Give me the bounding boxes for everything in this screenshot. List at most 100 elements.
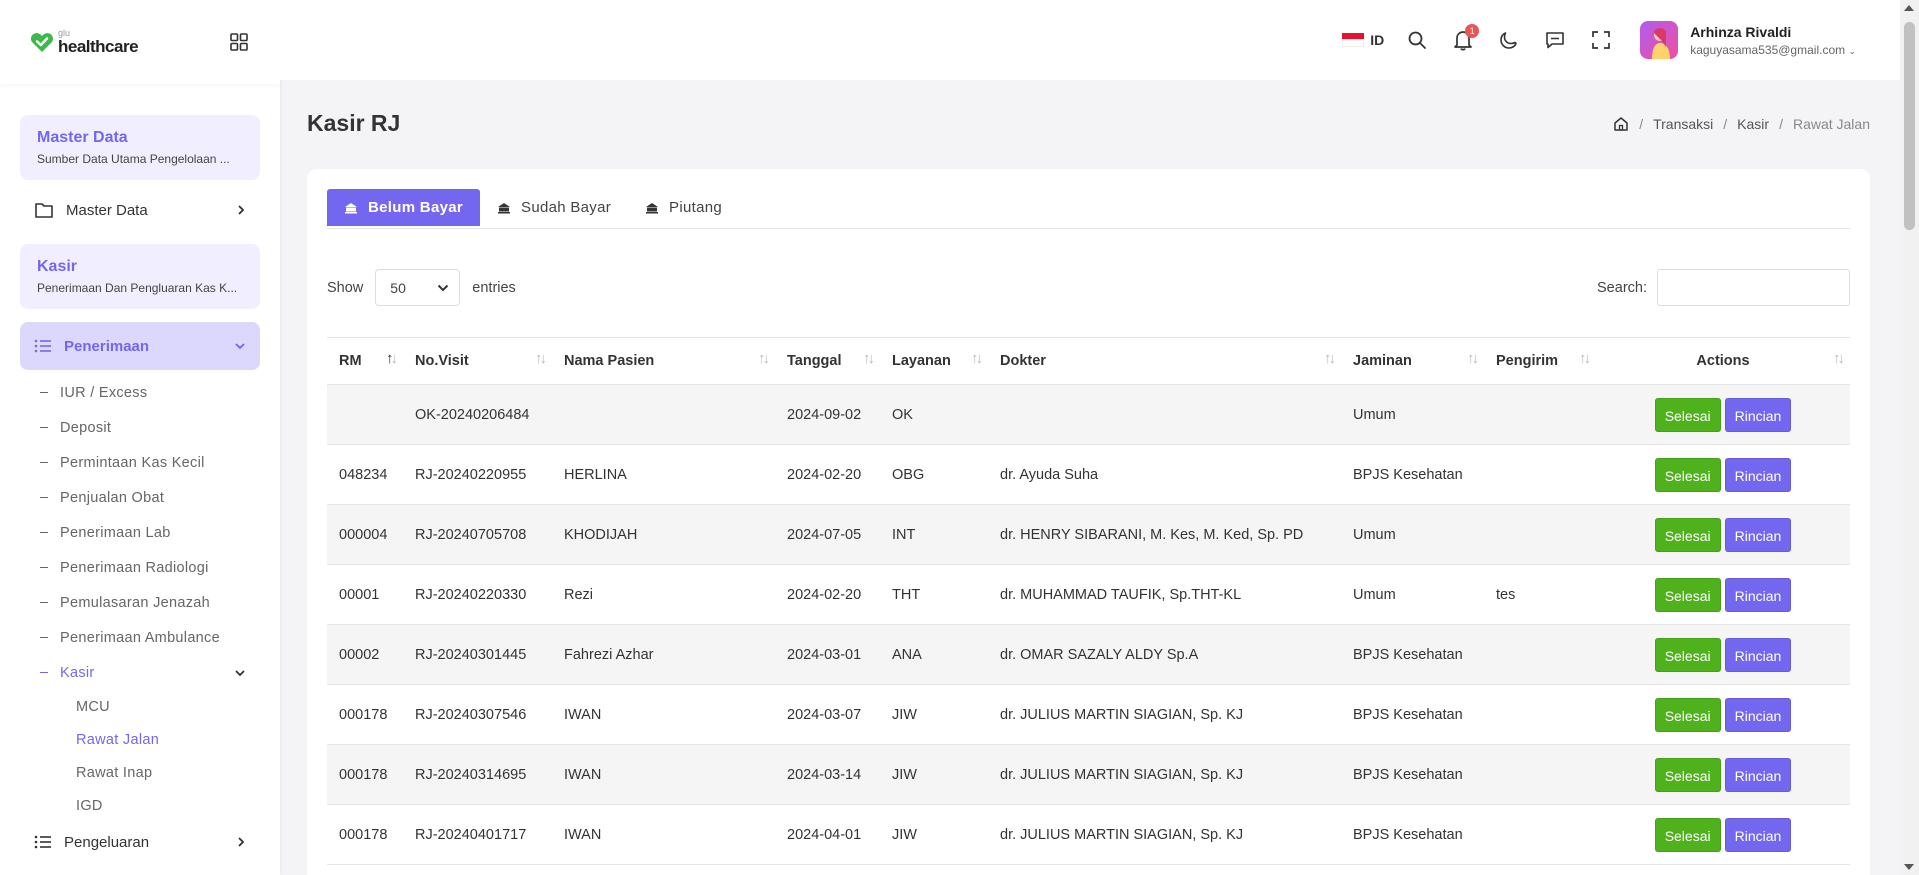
cell-jaminan: Umum (1341, 384, 1484, 445)
column-header-layanan[interactable]: Layanan ↑↓ (880, 337, 988, 385)
selesai-button[interactable]: Selesai (1654, 817, 1721, 852)
cell-jaminan: BPJS Kesehatan (1341, 444, 1484, 505)
selesai-button[interactable]: Selesai (1654, 577, 1721, 612)
grid-menu-icon[interactable] (228, 31, 250, 53)
page-title: Kasir RJ (307, 110, 401, 136)
column-header-tanggal[interactable]: Tanggal ↑↓ (775, 337, 880, 385)
sidebar-subitem[interactable]: Penjualan Obat (0, 480, 280, 515)
sidebar-subitem-kasir-label: Kasir (60, 664, 95, 681)
tab-piutang[interactable]: Piutang (628, 189, 739, 226)
selesai-button[interactable]: Selesai (1654, 637, 1721, 672)
column-header-jaminan[interactable]: Jaminan ↑↓ (1341, 337, 1484, 385)
selesai-button[interactable]: Selesai (1654, 697, 1721, 732)
cell-layanan: ANA (880, 624, 988, 685)
column-header-rm[interactable]: RM ↑↓ (327, 337, 403, 385)
kasir-card-subtitle: Penerimaan Dan Pengluaran Kas K... (37, 281, 238, 295)
rincian-button[interactable]: Rincian (1724, 457, 1792, 492)
sidebar-subitem[interactable]: IUR / Excess (0, 375, 280, 410)
scrollbar-thumb[interactable] (1904, 22, 1915, 230)
language-switcher[interactable]: ID (1342, 32, 1384, 48)
tabs: Belum Bayar Sudah Bayar Piutang (327, 189, 1850, 229)
selesai-button[interactable]: Selesai (1654, 517, 1721, 552)
selesai-button[interactable]: Selesai (1654, 757, 1721, 792)
home-icon[interactable] (1613, 116, 1629, 132)
kasir-card: Kasir Penerimaan Dan Pengluaran Kas K... (20, 244, 260, 309)
table-row: 000178 RJ-20240314695 IWAN 2024-03-14 JIW dr.… (327, 744, 1850, 805)
cell-layanan: JIW (880, 684, 988, 745)
sidebar-kasir-mcu[interactable]: MCU (0, 690, 280, 723)
sidebar-subitem[interactable]: Penerimaan Ambulance (0, 620, 280, 655)
column-header-actions[interactable]: Actions ↑↓ (1596, 337, 1850, 385)
scroll-up-arrow-icon[interactable] (1904, 5, 1914, 11)
column-header-pengirim[interactable]: Pengirim ↑↓ (1484, 337, 1596, 385)
sidebar-subitem[interactable]: Deposit (0, 410, 280, 445)
sort-icon: ↑↓ (971, 350, 983, 367)
column-header-no-visit[interactable]: No.Visit ↑↓ (403, 337, 552, 385)
breadcrumb-item[interactable]: Transaksi (1653, 116, 1713, 132)
user-name: Arhinza Rivaldi (1690, 23, 1792, 40)
column-header-label: No.Visit (415, 353, 469, 369)
tab-belum-bayar[interactable]: Belum Bayar (327, 189, 481, 226)
rincian-button[interactable]: Rincian (1724, 517, 1792, 552)
fullscreen-icon[interactable] (1588, 27, 1614, 53)
column-header-dokter[interactable]: Dokter ↑↓ (988, 337, 1341, 385)
sidebar-subitem[interactable]: Penerimaan Lab (0, 515, 280, 550)
page-size-select[interactable]: 50 (375, 269, 461, 306)
search-input[interactable] (1657, 269, 1850, 306)
table-row: 00002 RJ-20240301445 Fahrezi Azhar 2024-03-… (327, 624, 1850, 685)
page-scrollbar[interactable] (1900, 0, 1919, 875)
rincian-button[interactable]: Rincian (1724, 577, 1792, 612)
heart-check-icon (30, 33, 54, 52)
column-header-label: Dokter (1000, 353, 1046, 369)
breadcrumb-separator: / (1639, 116, 1644, 132)
moon-icon[interactable] (1496, 27, 1522, 53)
sidebar-kasir-igd[interactable]: IGD (0, 789, 280, 822)
indonesia-flag-icon (1342, 33, 1365, 47)
sidebar-kasir-rawat-inap[interactable]: Rawat Inap (0, 756, 280, 789)
cell-nama-pasien: IWAN (552, 804, 775, 865)
sort-icon: ↑↓ (758, 350, 770, 367)
main-card: Belum Bayar Sudah Bayar Piutang Show 50 … (307, 169, 1870, 875)
breadcrumb-item[interactable]: Kasir (1737, 116, 1769, 132)
notification-badge: 1 (1465, 24, 1480, 38)
sidebar-subitem-label: Permintaan Kas Kecil (60, 454, 205, 471)
master-data-card-subtitle: Sumber Data Utama Pengelolaan ... (37, 152, 230, 166)
cell-dokter: dr. Ayuda Suha (988, 444, 1341, 505)
cell-dokter: dr. MUHAMMAD TAUFIK, Sp.THT-KL (988, 564, 1341, 625)
cell-tanggal: 2024-07-05 (775, 504, 880, 565)
bell-icon[interactable]: 1 (1450, 24, 1480, 53)
sidebar-kasir-rawat-jalan[interactable]: Rawat Jalan (0, 723, 280, 756)
sidebar-subitem[interactable]: Penerimaan Radiologi (0, 550, 280, 585)
sidebar-subitem-label: Deposit (60, 419, 112, 436)
selesai-button[interactable]: Selesai (1654, 457, 1721, 492)
scroll-down-arrow-icon[interactable] (1904, 864, 1914, 870)
sidebar-item-penerimaan[interactable]: Penerimaan (20, 322, 260, 370)
sidebar-item-pengeluaran[interactable]: Pengeluaran (0, 822, 280, 862)
rincian-button[interactable]: Rincian (1724, 817, 1792, 852)
selesai-button[interactable]: Selesai (1654, 397, 1721, 432)
cell-jaminan: BPJS Kesehatan (1341, 624, 1484, 685)
cell-dokter: dr. OMAR SAZALY ALDY Sp.A (988, 624, 1341, 685)
user-menu[interactable]: Arhinza Rivaldi kaguyasama535@gmail.com … (1640, 21, 1856, 59)
show-label: Show (327, 279, 364, 296)
brand-logo[interactable]: glu healthcare (30, 29, 139, 55)
search-icon[interactable] (1404, 27, 1430, 53)
sidebar-item-master-data[interactable]: Master Data (0, 188, 280, 232)
chevron-down-icon (235, 669, 245, 676)
tab-sudah-bayar[interactable]: Sudah Bayar (480, 189, 628, 226)
cell-nama-pasien: IWAN (552, 744, 775, 805)
cell-nama-pasien: IWAN (552, 684, 775, 745)
cell-rm: 000178 (327, 684, 403, 745)
column-header-nama-pasien[interactable]: Nama Pasien ↑↓ (552, 337, 775, 385)
sidebar-item-pengeluaran-label: Pengeluaran (64, 833, 150, 851)
sidebar-subitem-kasir[interactable]: Kasir (0, 655, 280, 690)
rincian-button[interactable]: Rincian (1724, 637, 1792, 672)
rincian-button[interactable]: Rincian (1724, 757, 1792, 792)
rincian-button[interactable]: Rincian (1724, 697, 1792, 732)
sidebar-subitem[interactable]: Permintaan Kas Kecil (0, 445, 280, 480)
sidebar-subitem[interactable]: Pemulasaran Jenazah (0, 585, 280, 620)
cell-no-visit: RJ-20240220330 (403, 564, 552, 625)
rincian-button[interactable]: Rincian (1724, 397, 1792, 432)
chat-icon[interactable] (1542, 27, 1568, 53)
page-size-value: 50 (390, 279, 406, 296)
